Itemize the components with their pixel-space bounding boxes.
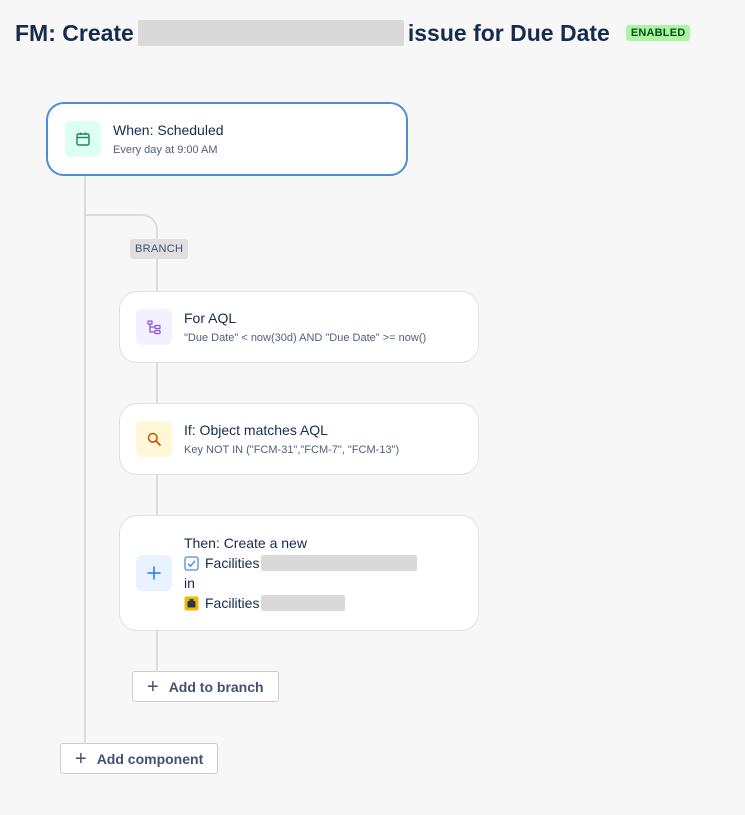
branch-icon-box [136, 309, 172, 345]
title-prefix: FM: Create [15, 19, 134, 46]
action-icon-box [136, 555, 172, 591]
for-aql-title: For AQL [184, 310, 237, 326]
redacted-project [261, 595, 346, 611]
plus-icon [147, 566, 161, 580]
condition-icon-box [136, 421, 172, 457]
issue-type-line: Facilities [184, 553, 418, 573]
condition-title: If: Object matches AQL [184, 422, 328, 438]
in-label: in [184, 575, 195, 591]
trigger-card[interactable]: When: Scheduled Every day at 9:00 AM [46, 102, 408, 176]
condition-card[interactable]: If: Object matches AQL Key NOT IN ("FCM-… [119, 403, 479, 475]
branch-badge: BRANCH [130, 239, 189, 259]
add-component-button[interactable]: + Add component [60, 743, 219, 774]
checkbox-icon [184, 555, 199, 571]
automation-rule-editor: FM: Create issue for Due Date ENABLED Wh… [0, 0, 745, 815]
plus-icon: + [147, 675, 159, 698]
condition-subtitle: Key NOT IN ("FCM-31","FCM-7", "FCM-13") [184, 444, 400, 456]
redacted-title-segment [137, 20, 404, 46]
branch-connector-curve [84, 214, 158, 242]
project-name: Facilities [205, 595, 260, 611]
add-to-branch-button[interactable]: + Add to branch [132, 671, 279, 702]
project-line: Facilities [184, 593, 417, 613]
trigger-icon-box [65, 121, 101, 157]
action-card[interactable]: Then: Create a new Facilities in Facilit… [119, 515, 479, 631]
title-suffix: issue for Due Date [407, 19, 610, 46]
calendar-icon [76, 132, 90, 146]
add-to-branch-label: Add to branch [168, 678, 264, 695]
plus-icon: + [75, 747, 87, 770]
page-title: FM: Create issue for Due Date ENABLED [15, 17, 691, 49]
trigger-title: When: Scheduled [113, 122, 224, 138]
redacted-issue-type [261, 555, 418, 571]
action-title: Then: Create a new [184, 535, 307, 551]
status-badge: ENABLED [625, 25, 691, 41]
search-icon [147, 432, 161, 446]
project-icon [184, 596, 199, 610]
hierarchy-icon [147, 320, 161, 335]
branch-for-aql-card[interactable]: For AQL "Due Date" < now(30d) AND "Due D… [119, 291, 479, 363]
add-component-label: Add component [96, 750, 204, 767]
for-aql-subtitle: "Due Date" < now(30d) AND "Due Date" >= … [184, 332, 427, 344]
issue-type-name: Facilities [205, 555, 260, 571]
main-connector-line [84, 175, 86, 745]
trigger-subtitle: Every day at 9:00 AM [113, 144, 218, 156]
